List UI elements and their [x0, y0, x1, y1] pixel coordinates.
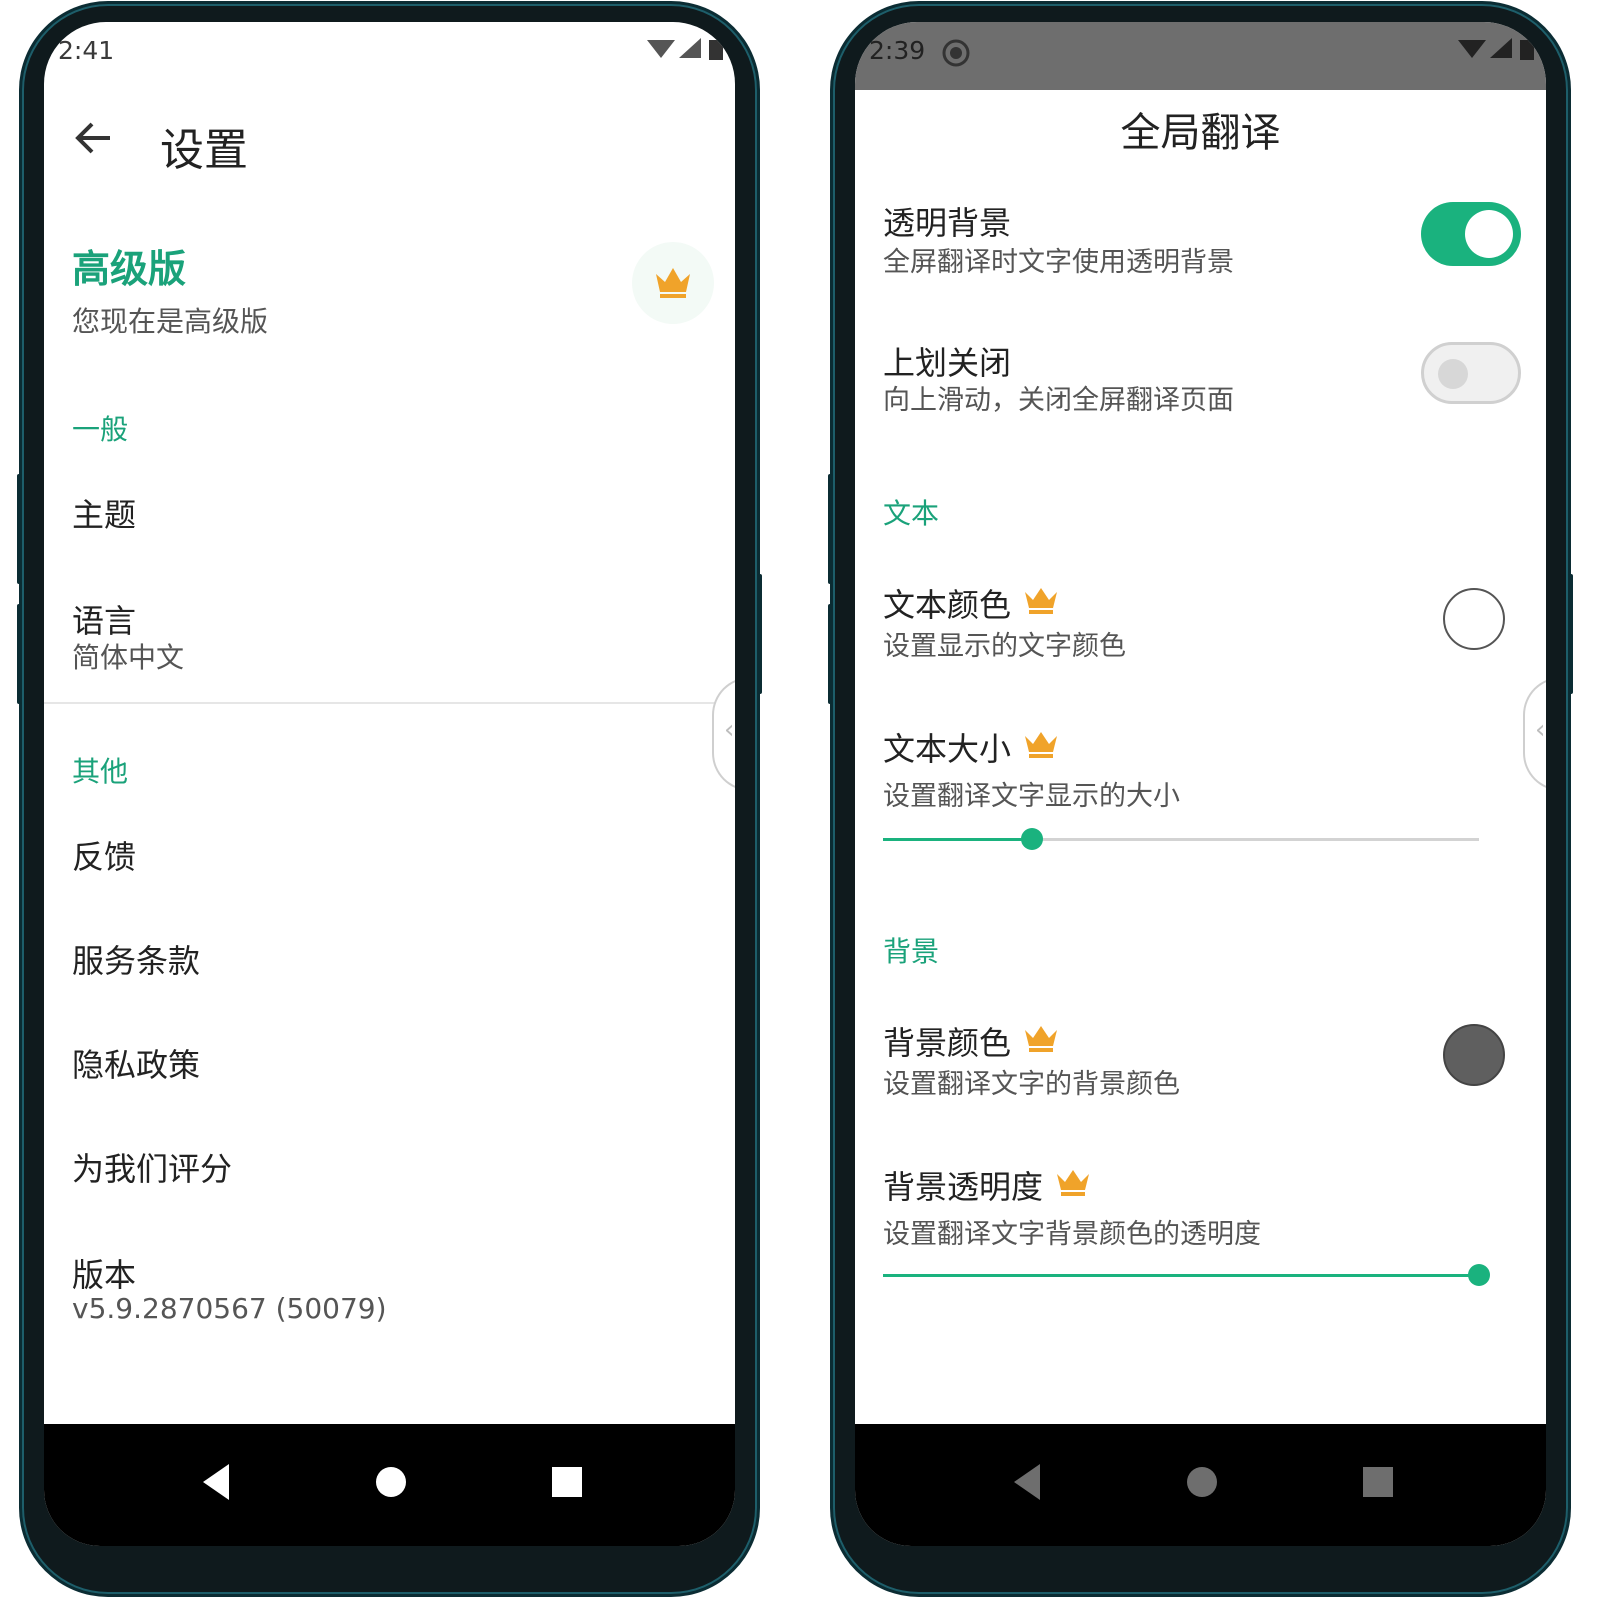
status-icons	[1458, 38, 1534, 60]
status-bar: 2:39	[855, 22, 1546, 90]
back-arrow-icon[interactable]	[74, 118, 114, 158]
terms-item[interactable]: 服务条款	[72, 936, 200, 982]
battery-icon	[709, 40, 723, 60]
battery-icon	[1520, 40, 1534, 60]
nav-recents-icon[interactable]	[550, 1462, 584, 1502]
side-button	[17, 474, 22, 584]
signal-icon	[1490, 38, 1512, 58]
edge-panel-handle[interactable]: ‹	[1523, 677, 1546, 791]
text-color-label: 文本颜色	[883, 586, 1012, 624]
toggle-knob	[1438, 359, 1468, 389]
wifi-icon	[647, 40, 675, 58]
status-bar: 2:41	[44, 22, 735, 78]
privacy-item[interactable]: 隐私政策	[72, 1040, 200, 1086]
nav-back-icon[interactable]	[1010, 1462, 1044, 1502]
section-background: 背景	[883, 935, 940, 968]
premium-subtitle: 您现在是高级版	[72, 305, 269, 338]
language-value: 简体中文	[72, 641, 185, 674]
bg-opacity-sub: 设置翻译文字背景颜色的透明度	[883, 1219, 1261, 1250]
signal-icon	[679, 38, 701, 58]
text-color-sub: 设置显示的文字颜色	[883, 631, 1126, 662]
crown-icon	[656, 268, 690, 298]
side-button	[17, 604, 22, 704]
theme-item[interactable]: 主题	[72, 490, 136, 536]
swipe-close-sub: 向上滑动，关闭全屏翻译页面	[883, 385, 1234, 416]
text-color-swatch[interactable]	[1443, 588, 1505, 650]
edge-panel-chevron-icon: ‹	[1535, 715, 1546, 745]
status-time: 2:41	[58, 36, 115, 65]
right-phone-frame: 2:39 全局翻译 透明背景 全屏翻译时文字使用透明背景 上划关闭 向上滑动，关…	[828, 4, 1573, 1594]
section-text: 文本	[883, 497, 940, 530]
side-button	[757, 574, 762, 694]
side-button	[1568, 574, 1573, 694]
text-size-label: 文本大小	[883, 730, 1012, 768]
transparent-bg-label: 透明背景	[883, 204, 1012, 242]
page-title: 设置	[160, 125, 248, 176]
divider	[44, 702, 735, 704]
feedback-item[interactable]: 反馈	[72, 832, 136, 878]
version-value: v5.9.2870567 (50079)	[72, 1292, 387, 1325]
status-icons	[647, 38, 723, 60]
rate-item[interactable]: 为我们评分	[72, 1144, 232, 1190]
crown-icon	[1025, 1026, 1057, 1052]
crown-icon	[1057, 1170, 1089, 1196]
slider-thumb[interactable]	[1468, 1264, 1490, 1286]
edge-panel-chevron-icon: ‹	[724, 715, 735, 745]
screen-record-icon	[942, 39, 970, 67]
text-size-sub: 设置翻译文字显示的大小	[883, 781, 1180, 812]
transparent-bg-toggle[interactable]	[1421, 202, 1521, 266]
premium-badge	[632, 242, 714, 324]
bg-opacity-slider[interactable]	[883, 1264, 1490, 1286]
slider-fill	[883, 1274, 1479, 1277]
page-title: 全局翻译	[1120, 110, 1281, 156]
bg-color-label: 背景颜色	[883, 1024, 1012, 1062]
wifi-icon	[1458, 40, 1486, 58]
nav-home-icon[interactable]	[374, 1462, 408, 1502]
crown-icon	[1025, 732, 1057, 758]
nav-home-icon[interactable]	[1185, 1462, 1219, 1502]
left-phone-frame: 2:41 设置 高级版 您现在是高级版 一般 主题 语言 简体中文 其他 反馈 …	[17, 4, 762, 1594]
status-time: 2:39	[869, 36, 926, 65]
side-button	[828, 474, 833, 584]
transparent-bg-sub: 全屏翻译时文字使用透明背景	[883, 247, 1234, 278]
slider-fill	[883, 838, 1032, 841]
nav-back-icon[interactable]	[199, 1462, 233, 1502]
premium-title: 高级版	[72, 247, 187, 291]
nav-recents-icon[interactable]	[1361, 1462, 1395, 1502]
slider-thumb[interactable]	[1021, 828, 1043, 850]
crown-icon	[1025, 588, 1057, 614]
navigation-bar	[44, 1424, 735, 1546]
section-general: 一般	[72, 413, 129, 446]
global-translate-screen: 2:39 全局翻译 透明背景 全屏翻译时文字使用透明背景 上划关闭 向上滑动，关…	[855, 22, 1546, 1546]
text-size-slider[interactable]	[883, 828, 1479, 850]
side-button	[828, 604, 833, 704]
bg-color-swatch[interactable]	[1443, 1024, 1505, 1086]
settings-screen: 2:41 设置 高级版 您现在是高级版 一般 主题 语言 简体中文 其他 反馈 …	[44, 22, 735, 1546]
toggle-knob	[1465, 210, 1513, 258]
navigation-bar	[855, 1424, 1546, 1546]
edge-panel-handle[interactable]: ‹	[712, 677, 735, 791]
bg-color-sub: 设置翻译文字的背景颜色	[883, 1069, 1180, 1100]
swipe-close-toggle[interactable]	[1421, 342, 1521, 404]
version-label: 版本	[72, 1256, 137, 1294]
bg-opacity-label: 背景透明度	[883, 1168, 1044, 1206]
section-other: 其他	[72, 755, 129, 788]
